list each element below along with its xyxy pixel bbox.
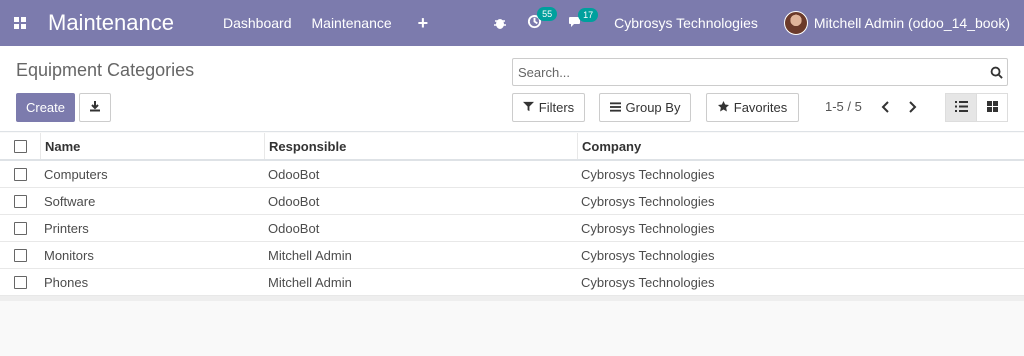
company-switcher[interactable]: Cybrosys Technologies xyxy=(614,15,758,31)
table-row[interactable]: Phones Mitchell Admin Cybrosys Technolog… xyxy=(0,269,1024,296)
message-badge: 17 xyxy=(578,7,599,22)
apps-grid-icon[interactable] xyxy=(0,0,40,46)
cell-company: Cybrosys Technologies xyxy=(581,274,715,290)
bars-icon xyxy=(609,100,621,115)
activity-badge: 55 xyxy=(537,7,558,21)
cell-name: Printers xyxy=(44,220,89,236)
select-all-checkbox[interactable] xyxy=(13,139,27,153)
download-button[interactable] xyxy=(79,93,111,122)
kanban-view-button[interactable] xyxy=(976,93,1008,122)
favorites-label: Favorites xyxy=(733,100,788,115)
cell-name: Monitors xyxy=(44,247,94,263)
row-check-cell xyxy=(0,242,40,268)
row-checkbox[interactable] xyxy=(13,221,27,235)
list-icon xyxy=(954,100,968,115)
groupby-button[interactable]: Group By xyxy=(599,93,691,122)
row-check-cell xyxy=(0,161,40,187)
favorites-button[interactable]: Favorites xyxy=(706,93,799,122)
cell-name: Computers xyxy=(44,166,108,182)
kanban-icon xyxy=(986,100,998,115)
list-view-button[interactable] xyxy=(945,93,977,122)
cell-company: Cybrosys Technologies xyxy=(581,247,715,263)
filters-button[interactable]: Filters xyxy=(512,93,585,122)
row-checkbox[interactable] xyxy=(13,167,27,181)
cell-company: Cybrosys Technologies xyxy=(581,193,715,209)
menu-maintenance[interactable]: Maintenance xyxy=(312,15,392,31)
top-navbar: Maintenance Dashboard Maintenance + 55 1… xyxy=(0,0,1024,46)
table-row[interactable]: Computers OdooBot Cybrosys Technologies xyxy=(0,161,1024,188)
activity-button[interactable]: 55 xyxy=(527,7,558,32)
column-header-name[interactable]: Name xyxy=(40,133,264,159)
records-table: Name Responsible Company Computers OdooB… xyxy=(0,133,1024,301)
download-icon xyxy=(89,100,101,115)
cell-responsible: Mitchell Admin xyxy=(268,274,352,290)
table-row[interactable]: Software OdooBot Cybrosys Technologies xyxy=(0,188,1024,215)
row-checkbox[interactable] xyxy=(13,275,27,289)
cell-name: Phones xyxy=(44,274,89,290)
create-button[interactable]: Create xyxy=(16,93,75,122)
table-row[interactable]: Monitors Mitchell Admin Cybrosys Technol… xyxy=(0,242,1024,269)
star-icon xyxy=(717,100,729,115)
plus-icon[interactable]: + xyxy=(418,13,429,34)
row-checkbox[interactable] xyxy=(13,194,27,208)
search-input[interactable] xyxy=(518,64,985,80)
column-header-company[interactable]: Company xyxy=(577,133,641,159)
cell-responsible: Mitchell Admin xyxy=(268,247,352,263)
cell-responsible: OdooBot xyxy=(268,166,320,182)
filter-icon xyxy=(522,100,534,115)
search-bar xyxy=(512,58,1008,86)
cell-company: Cybrosys Technologies xyxy=(581,220,715,236)
chevron-right-icon[interactable] xyxy=(904,98,920,116)
breadcrumb: Equipment Categories xyxy=(16,60,195,80)
avatar xyxy=(783,11,808,35)
messages-button[interactable]: 17 xyxy=(568,7,599,32)
pager-value[interactable]: 1-5 / 5 xyxy=(825,99,862,114)
table-row[interactable]: Printers OdooBot Cybrosys Technologies xyxy=(0,215,1024,242)
user-menu[interactable]: Mitchell Admin (odoo_14_book) xyxy=(783,11,1010,35)
menu-dashboard[interactable]: Dashboard xyxy=(223,15,292,31)
bug-icon[interactable] xyxy=(493,16,507,30)
app-title[interactable]: Maintenance xyxy=(48,10,223,36)
cell-name: Software xyxy=(44,193,96,209)
filters-label: Filters xyxy=(538,100,575,115)
row-check-cell xyxy=(0,188,40,214)
row-checkbox[interactable] xyxy=(13,248,27,262)
chevron-left-icon[interactable] xyxy=(877,98,893,116)
table-footer xyxy=(0,296,1024,301)
column-header-responsible[interactable]: Responsible xyxy=(264,133,577,159)
search-icon[interactable] xyxy=(985,66,1007,79)
cell-company: Cybrosys Technologies xyxy=(581,166,715,182)
control-panel: Equipment Categories Create Filters Grou… xyxy=(0,46,1024,132)
cell-responsible: OdooBot xyxy=(268,220,320,236)
cell-responsible: OdooBot xyxy=(268,193,320,209)
table-header: Name Responsible Company xyxy=(0,133,1024,161)
row-check-cell xyxy=(0,215,40,241)
select-all-cell xyxy=(0,133,40,159)
row-check-cell xyxy=(0,269,40,295)
user-name: Mitchell Admin (odoo_14_book) xyxy=(813,15,1010,31)
groupby-label: Group By xyxy=(625,100,681,115)
